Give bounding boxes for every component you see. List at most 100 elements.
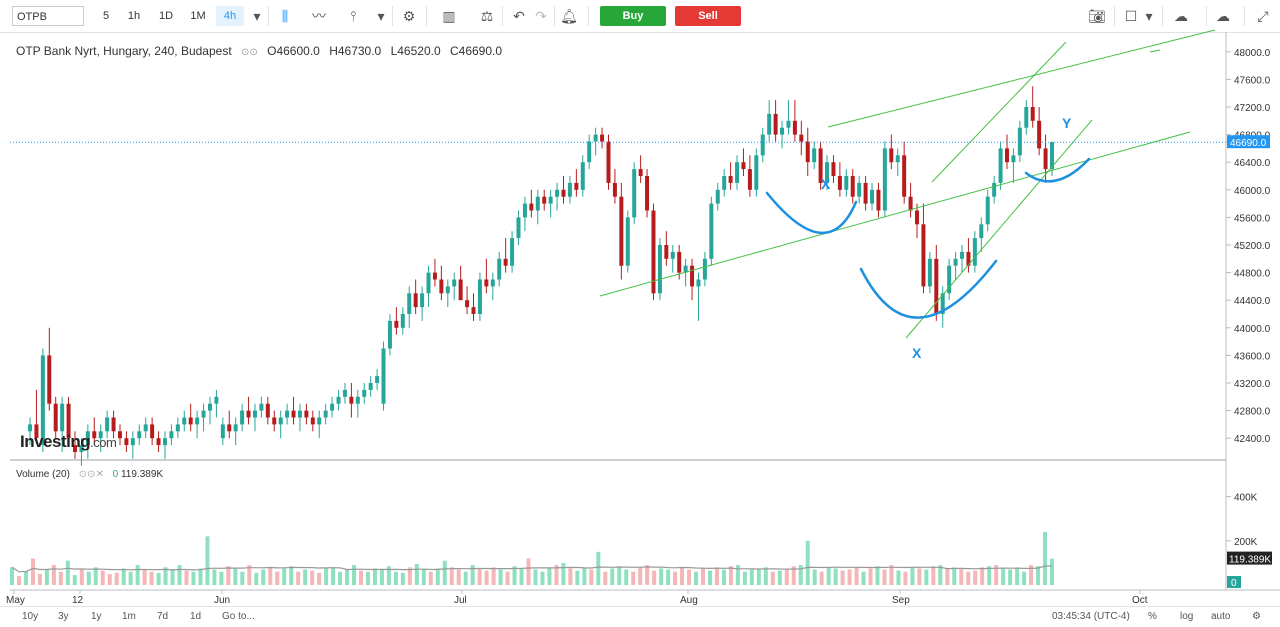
volume-bar (519, 568, 524, 585)
volume-bar (23, 571, 28, 585)
price-tick-label: 42400.0 (1234, 434, 1271, 445)
candle-body (484, 279, 489, 287)
candle-body (297, 410, 302, 418)
zero-volume-label: 0 (1231, 578, 1237, 589)
range-3y[interactable]: 3y (58, 611, 69, 622)
volume-bar (610, 568, 615, 585)
volume-moving-average (11, 565, 1053, 573)
volume-bar (1008, 569, 1013, 585)
candle-body (310, 417, 315, 425)
volume-bar (51, 565, 56, 585)
volume-bar (861, 571, 866, 585)
candle-body (709, 203, 714, 259)
price-tick-label: 44400.0 (1234, 296, 1271, 307)
time-tick-label: Sep (892, 595, 910, 606)
candle-body (47, 355, 52, 404)
candle-body (60, 403, 65, 432)
volume-bar (296, 571, 301, 585)
candle-body (876, 189, 881, 211)
range-1m[interactable]: 1m (122, 611, 136, 622)
candle-body (143, 424, 148, 432)
volume-bar (317, 572, 322, 585)
volume-bar (268, 567, 273, 585)
candle-body (664, 245, 669, 259)
candle-body (124, 438, 129, 446)
log-toggle[interactable]: log (1180, 611, 1193, 622)
volume-bar (205, 536, 210, 585)
candle-body (754, 155, 759, 190)
time-tick-label: May (6, 595, 25, 606)
range-1d[interactable]: 1d (190, 611, 201, 622)
volume-tick-label: 400K (1234, 493, 1258, 504)
volume-bar (756, 569, 761, 585)
volume-bar (568, 568, 573, 585)
candle-body (792, 120, 797, 135)
volume-bar (826, 567, 831, 585)
volume-bar (261, 569, 266, 585)
candle-body (1037, 120, 1042, 149)
volume-bar (121, 568, 126, 585)
volume-bar (687, 569, 692, 585)
candle-body (291, 410, 296, 418)
candle-body (207, 403, 212, 411)
candle-body (529, 203, 534, 211)
legend-toggle-icons[interactable]: ⊙⊙ (241, 47, 258, 58)
volume-bar (847, 569, 852, 585)
price-tick-label: 46400.0 (1234, 158, 1271, 169)
trend-line-tail (1149, 49, 1161, 53)
range-1y[interactable]: 1y (91, 611, 102, 622)
candle-body (722, 176, 727, 190)
candle-body (182, 417, 187, 425)
volume-bar (742, 571, 747, 585)
volume-bar (79, 569, 84, 585)
candle-body (728, 176, 733, 183)
legend-high: H46730.0 (329, 44, 382, 58)
settings-gear-small-icon[interactable]: ⚙ (1252, 611, 1261, 622)
auto-toggle[interactable]: auto (1211, 611, 1230, 622)
volume-bar (393, 571, 398, 585)
volume-bar (324, 568, 329, 585)
candle-body (638, 169, 643, 176)
candle-body (330, 403, 335, 411)
candle-body (863, 182, 868, 204)
volume-legend-icons[interactable]: ⊙⊙✕ (79, 469, 104, 480)
volume-ma-line (11, 565, 1053, 573)
goto-button[interactable]: Go to... (222, 611, 255, 622)
candle-body (760, 134, 765, 156)
candle-body (696, 279, 701, 287)
volume-bar (477, 568, 482, 585)
volume-bar (533, 569, 538, 585)
candle-body (130, 438, 135, 446)
volume-bar (561, 562, 566, 585)
volume-bar (72, 575, 77, 585)
trend-line-upper (827, 29, 1216, 128)
percent-toggle[interactable]: % (1148, 611, 1157, 622)
range-10y[interactable]: 10y (22, 611, 38, 622)
candle-body (381, 348, 386, 404)
pattern-label-x: X (821, 176, 831, 192)
candle-body (921, 224, 926, 287)
candle-body (490, 279, 495, 287)
candle-body (632, 169, 637, 218)
volume-bar (701, 568, 706, 585)
volume-bar (868, 568, 873, 585)
volume-legend: Volume (20) ⊙⊙✕ 0 119.389K (16, 469, 163, 480)
candle-body (960, 251, 965, 259)
candle-body (278, 417, 283, 425)
volume-bar (1015, 567, 1020, 585)
price-chart[interactable]: XXY 42400.042800.043200.043600.044000.04… (0, 0, 1280, 626)
time-axis: May 12 Jun Jul Aug Sep Oct (6, 590, 1148, 606)
price-tick-label: 44000.0 (1234, 324, 1271, 335)
volume-bar (358, 570, 363, 585)
candle-body (233, 424, 238, 432)
candle-body (574, 182, 579, 190)
candle-body (992, 182, 997, 197)
candle-body (619, 196, 624, 266)
candle-body (593, 134, 598, 142)
candle-body (567, 182, 572, 197)
chart-legend: OTP Bank Nyrt, Hungary, 240, Budapest ⊙⊙… (16, 44, 508, 58)
volume-bar (805, 540, 810, 585)
candle-body (741, 162, 746, 170)
range-7d[interactable]: 7d (157, 611, 168, 622)
price-tick-label: 45600.0 (1234, 213, 1271, 224)
